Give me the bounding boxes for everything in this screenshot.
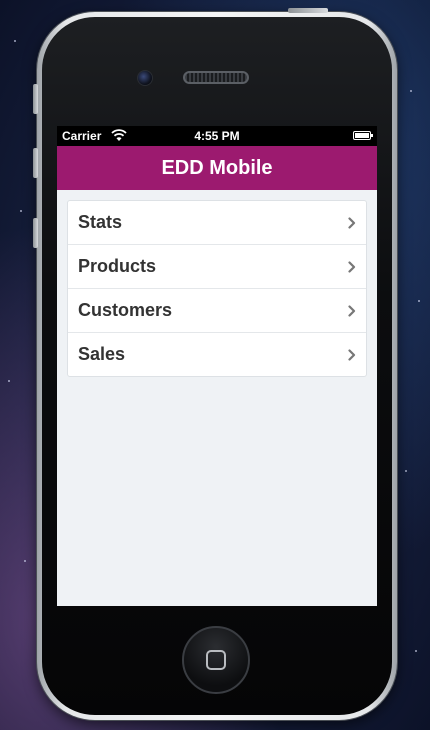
volume-down-button	[33, 218, 38, 248]
chevron-right-icon	[348, 304, 356, 317]
menu-item-label: Sales	[78, 344, 126, 364]
home-button[interactable]	[182, 626, 250, 694]
chevron-right-icon	[348, 216, 356, 229]
star	[405, 470, 407, 472]
status-time: 4:55 PM	[194, 129, 240, 143]
battery-icon	[353, 131, 373, 140]
star	[20, 210, 22, 212]
menu-item-customers[interactable]: Customers	[68, 289, 366, 333]
page-title: EDD Mobile	[161, 156, 273, 179]
menu-item-label: Stats	[78, 212, 123, 232]
star	[14, 40, 16, 42]
nav-bar: EDD Mobile	[57, 146, 377, 190]
menu-item-stats[interactable]: Stats	[68, 201, 366, 245]
menu-item-label: Products	[78, 256, 157, 276]
front-camera	[137, 70, 153, 86]
home-square-icon	[206, 650, 226, 670]
app-screen: Carrier 4:55 PM EDD Mobile Stats Product…	[57, 126, 377, 606]
star	[410, 90, 412, 92]
star	[418, 300, 420, 302]
power-button	[288, 8, 328, 13]
earpiece-speaker	[183, 71, 249, 84]
menu-item-products[interactable]: Products	[68, 245, 366, 289]
silent-switch	[33, 84, 38, 114]
menu-item-sales[interactable]: Sales	[68, 333, 366, 376]
chevron-right-icon	[348, 260, 356, 273]
volume-up-button	[33, 148, 38, 178]
main-menu: Stats Products Customers Sales	[67, 200, 367, 377]
star	[415, 650, 417, 652]
status-bar: Carrier 4:55 PM	[57, 126, 377, 146]
chevron-right-icon	[348, 348, 356, 361]
menu-item-label: Customers	[78, 300, 173, 320]
star	[8, 380, 10, 382]
star	[24, 560, 26, 562]
